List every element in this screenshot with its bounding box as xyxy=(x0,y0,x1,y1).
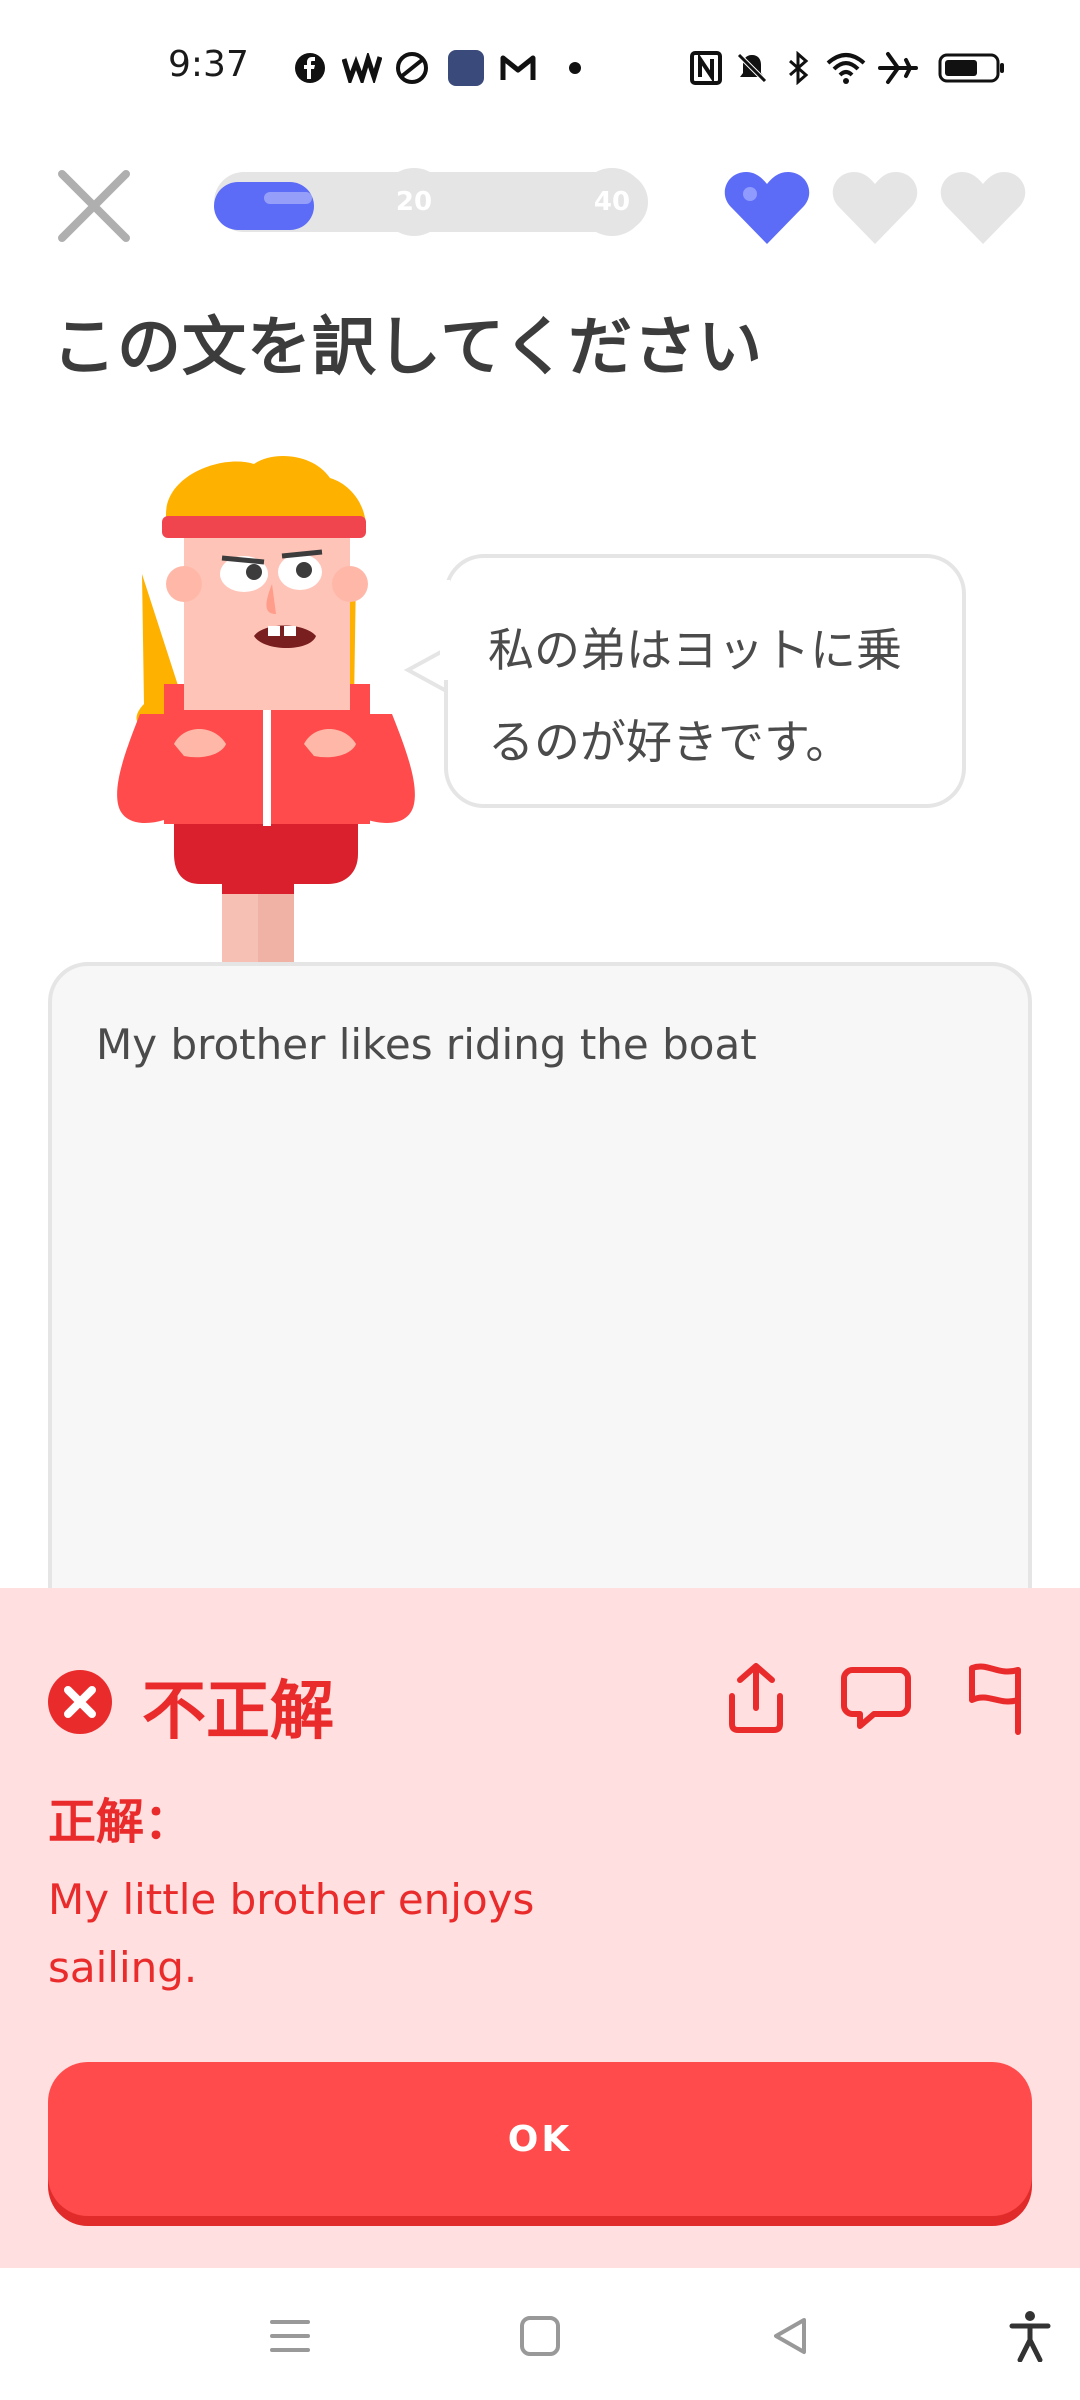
back-button[interactable] xyxy=(750,2296,830,2376)
flag-icon xyxy=(969,1663,1021,1735)
accessibility-icon xyxy=(1009,2311,1051,2362)
correct-answer-line-1: My little brother enjoys xyxy=(48,1875,535,1924)
feedback-status: 不正解 xyxy=(142,1675,334,1749)
heart-icon-filled xyxy=(724,172,810,244)
progress-milestone-20: 20 xyxy=(380,168,448,236)
comment-button[interactable] xyxy=(838,1660,914,1736)
home-button[interactable] xyxy=(500,2296,580,2376)
game-app-icon xyxy=(444,48,488,88)
status-time: 9:37 xyxy=(168,44,249,85)
correct-answer-text: My little brother enjoys sailing. xyxy=(48,1866,608,2002)
character-illustration xyxy=(117,455,415,964)
answer-text: My brother likes riding the boat xyxy=(96,1020,757,1069)
accessibility-button[interactable] xyxy=(990,2296,1070,2376)
mute-icon xyxy=(732,48,772,88)
airplane-icon xyxy=(876,48,920,88)
heart-icon-empty xyxy=(832,172,918,244)
prompt-sentence-line-2: るのが好きです。 xyxy=(488,715,852,769)
ok-button[interactable]: OK xyxy=(48,2062,1032,2216)
comment-icon xyxy=(841,1667,911,1729)
prompt-sentence-line-1: 私の弟はヨットに乗 xyxy=(488,623,902,677)
bubble-tail-mask xyxy=(440,580,450,680)
progress-milestone-40: 40 xyxy=(578,168,646,236)
answer-textarea[interactable]: My brother likes riding the boat xyxy=(48,962,1032,1662)
facebook-icon xyxy=(290,48,330,88)
menu-icon xyxy=(270,2320,310,2352)
back-triangle-icon xyxy=(774,2318,806,2354)
recent-apps-button[interactable] xyxy=(250,2296,330,2376)
home-square-icon xyxy=(520,2316,560,2356)
wifi-icon xyxy=(822,48,870,88)
progress-fill xyxy=(214,182,314,230)
bluetooth-icon xyxy=(780,48,816,88)
gmail-icon xyxy=(496,48,540,88)
correct-answer-heading: 正解： xyxy=(48,1794,193,1850)
spotify-like-icon xyxy=(390,48,434,88)
correct-answer-line-2: sailing. xyxy=(48,1943,198,1992)
close-icon xyxy=(58,170,130,242)
report-button[interactable] xyxy=(958,1660,1034,1736)
wwe-icon xyxy=(340,48,384,88)
battery-icon xyxy=(936,48,1008,88)
nfc-icon xyxy=(686,48,726,88)
share-icon xyxy=(729,1663,783,1733)
speech-bubble: 私の弟はヨットに乗 るのが好きです。 xyxy=(444,554,966,808)
heart-icon-empty xyxy=(940,172,1026,244)
page-title: この文を訳してください xyxy=(52,311,764,385)
close-button[interactable] xyxy=(52,164,136,248)
dot-icon xyxy=(560,48,590,88)
incorrect-x-icon xyxy=(48,1670,112,1734)
progress-shine xyxy=(264,192,312,204)
share-button[interactable] xyxy=(718,1660,794,1736)
